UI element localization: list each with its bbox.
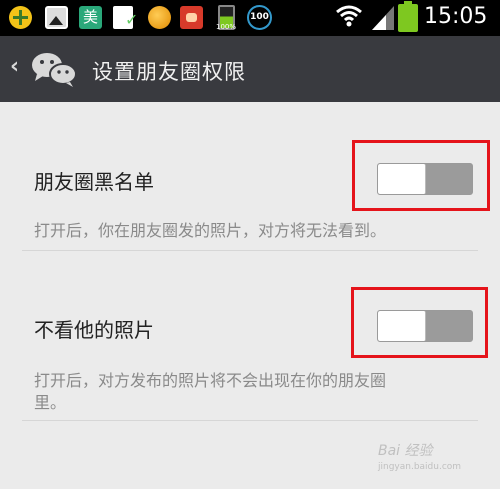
wifi-icon xyxy=(336,4,362,30)
highlight-box xyxy=(352,140,490,211)
wechat-icon[interactable] xyxy=(30,50,78,88)
status-bar: 美 100% 100 15:05 xyxy=(0,0,500,36)
page-title: 设置朋友圈权限 xyxy=(92,60,246,84)
settings-list: 朋友圈黑名单 打开后，你在朋友圈发的照片，对方将无法看到。 不看他的照片 打开后… xyxy=(0,102,500,489)
battery-app-label: 100% xyxy=(216,23,237,31)
divider xyxy=(22,420,478,421)
setting-hide-photos-title: 不看他的照片 xyxy=(34,318,154,342)
setting-blacklist-description: 打开后，你在朋友圈发的照片，对方将无法看到。 xyxy=(34,221,387,240)
signal-icon xyxy=(372,6,394,34)
watermark: Bai 经验 xyxy=(378,443,433,459)
chevron-left-icon[interactable]: ‹ xyxy=(10,54,19,79)
setting-blacklist-title: 朋友圈黑名单 xyxy=(34,170,154,194)
divider xyxy=(22,250,478,251)
setting-hide-photos-description-line2: 里。 xyxy=(34,393,67,412)
gallery-icon xyxy=(45,6,68,29)
watermark-url: jingyan.baidu.com xyxy=(378,462,462,472)
highlight-box xyxy=(351,287,488,358)
clock: 15:05 xyxy=(424,4,488,29)
add-icon xyxy=(9,6,32,29)
orange-app-icon xyxy=(148,6,171,29)
speed-100-icon: 100 xyxy=(247,5,272,30)
app-header: ‹ 设置朋友圈权限 xyxy=(0,36,500,102)
meituan-icon: 美 xyxy=(79,6,102,29)
setting-hide-photos-description-line1: 打开后，对方发布的照片将不会出现在你的朋友圈 xyxy=(34,371,387,390)
document-check-icon xyxy=(113,6,138,29)
face-app-icon xyxy=(180,6,203,29)
battery-icon xyxy=(398,1,418,32)
